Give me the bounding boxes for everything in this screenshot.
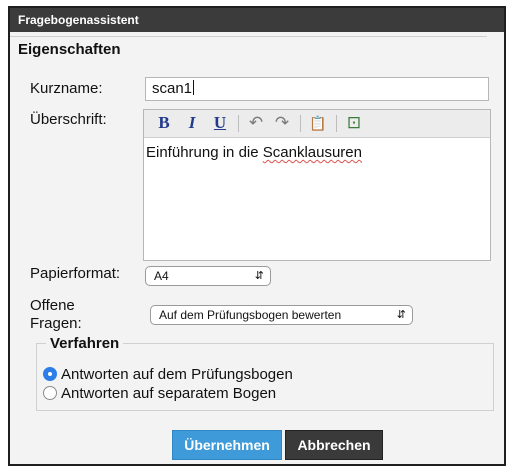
radio-label: Antworten auf separatem Bogen (61, 385, 277, 402)
select-arrows-icon: ⇵ (254, 270, 264, 282)
dialog-title: Fragebogenassistent (10, 8, 504, 32)
shortname-input[interactable]: scan1 (145, 77, 489, 101)
italic-button[interactable]: I (182, 114, 202, 132)
heading-editor[interactable]: B I U ↶ ↷ 📋 ⊡ Einführung in die Scanklau… (143, 109, 491, 261)
apply-button[interactable]: Übernehmen (172, 430, 282, 460)
radio-unselected-icon[interactable] (43, 386, 57, 400)
radio-label: Antworten auf dem Prüfungsbogen (61, 366, 293, 383)
open-questions-select[interactable]: Auf dem Prüfungsbogen bewerten ⇵ (150, 305, 413, 325)
undo-icon[interactable]: ↶ (246, 114, 266, 132)
paper-format-label: Papierformat: (30, 265, 121, 282)
paper-format-select[interactable]: A4 ⇵ (145, 266, 271, 286)
properties-legend: Eigenschaften (14, 41, 127, 58)
select-arrows-icon: ⇵ (396, 309, 406, 321)
paste-icon[interactable]: 📋 (308, 114, 328, 132)
shortname-value: scan1 (152, 80, 193, 97)
radio-option-on-exam-sheet[interactable]: Antworten auf dem Prüfungsbogen (43, 366, 293, 384)
heading-text-misspelled-word: Scanklausuren (262, 144, 362, 161)
text-caret (193, 80, 195, 95)
radio-selected-icon[interactable] (43, 367, 57, 381)
redo-icon[interactable]: ↷ (272, 114, 292, 132)
cancel-button[interactable]: Abbrechen (285, 430, 383, 460)
toolbar-separator (300, 115, 301, 132)
heading-text-prefix: Einführung in die (146, 144, 263, 161)
procedure-legend: Verfahren (46, 335, 124, 352)
editor-toolbar: B I U ↶ ↷ 📋 ⊡ (144, 110, 490, 138)
bold-button[interactable]: B (154, 114, 174, 132)
heading-label: Überschrift: (30, 111, 107, 128)
paper-format-value: A4 (154, 269, 169, 283)
open-questions-label-line2: Fragen: (30, 315, 82, 332)
heading-editor-content[interactable]: Einführung in die Scanklausuren (144, 138, 490, 167)
radio-option-separate-sheet[interactable]: Antworten auf separatem Bogen (43, 385, 276, 403)
source-code-icon[interactable]: ⊡ (344, 114, 364, 132)
open-questions-value: Auf dem Prüfungsbogen bewerten (159, 308, 342, 322)
underline-button[interactable]: U (210, 114, 230, 132)
shortname-label: Kurzname: (30, 80, 103, 97)
open-questions-label-line1: Offene (30, 297, 75, 314)
toolbar-separator (336, 115, 337, 132)
toolbar-separator (238, 115, 239, 132)
